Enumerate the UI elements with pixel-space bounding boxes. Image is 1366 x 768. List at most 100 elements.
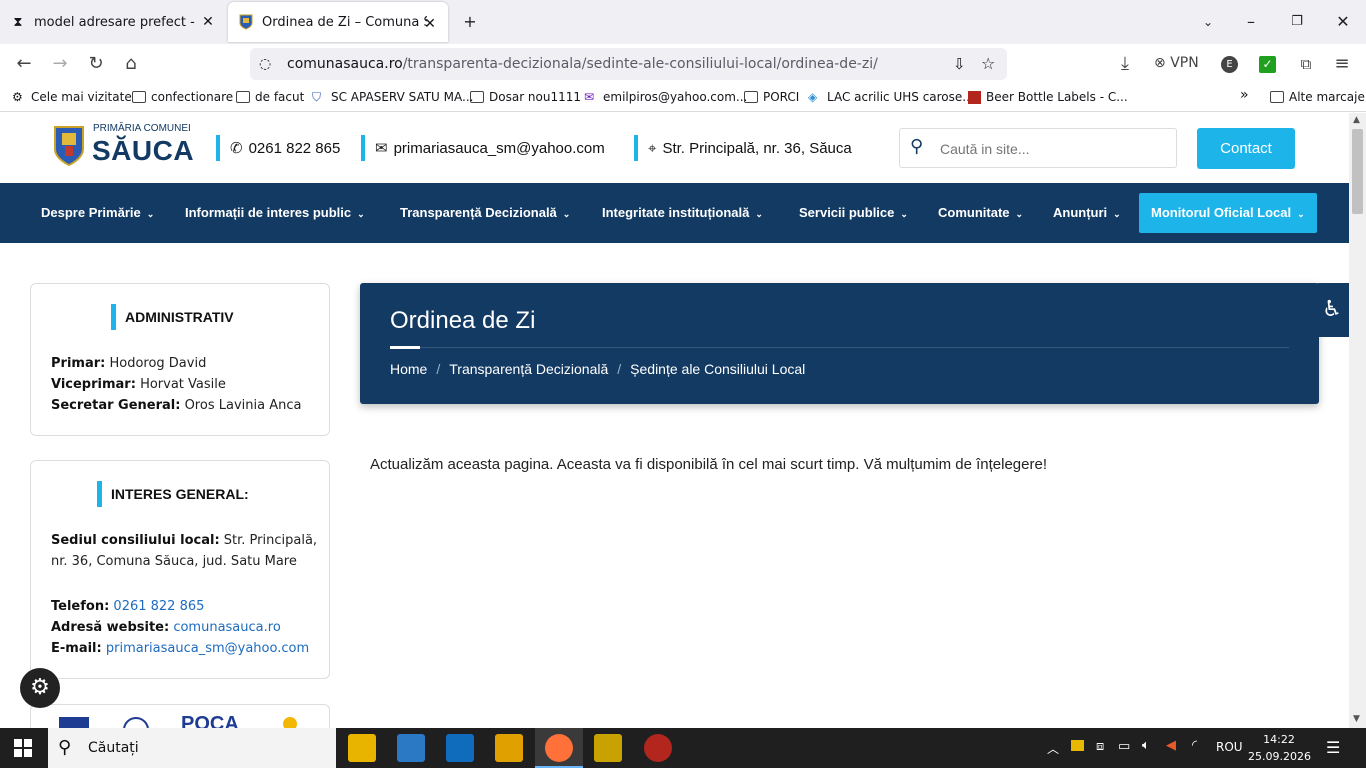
close-tab-icon[interactable]: ✕ (198, 12, 218, 32)
forward-icon[interactable]: → (48, 52, 72, 76)
tray-folder-icon[interactable] (1071, 740, 1084, 751)
row-label: E-mail: (51, 641, 102, 656)
browser-tab[interactable]: ⧗ model adresare prefect - Googl ✕ (0, 0, 226, 44)
phone-link[interactable]: 0261 822 865 (113, 599, 204, 614)
firefox-taskbar-button[interactable] (535, 728, 583, 768)
close-tab-icon[interactable]: ✕ (420, 14, 440, 34)
nav-label: Despre Primărie (41, 205, 141, 220)
clock-date: 25.09.2026 (1248, 750, 1311, 763)
tab-title: model adresare prefect - Googl (34, 14, 199, 30)
taskbar-search[interactable]: ⚲ Căutați (48, 728, 336, 768)
bookmark-label: Beer Bottle Labels - C... (986, 90, 1128, 104)
windows-start-icon[interactable] (14, 739, 32, 757)
control-panel-icon[interactable] (397, 734, 425, 762)
bookmark-folder[interactable]: Dosar nou1111 (470, 90, 581, 104)
government-seal-icon (123, 717, 149, 728)
home-icon[interactable]: ⌂ (119, 52, 143, 76)
bookmark-item[interactable]: ✉ emilpiros@yahoo.com... (584, 90, 747, 104)
header-address: ⌖ Str. Principală, nr. 36, Săuca (634, 135, 852, 161)
tray-device-icon[interactable]: ⧈ (1096, 739, 1104, 754)
show-hidden-icons[interactable]: ︿ (1047, 740, 1059, 757)
notifications-icon[interactable]: ☰ (1326, 738, 1340, 757)
nav-despre-primarie[interactable]: Despre Primărie ⌄ (41, 183, 154, 243)
extension-check-icon[interactable]: ✓ (1259, 56, 1276, 73)
new-tab-button[interactable]: + (455, 8, 485, 36)
red-app-icon[interactable] (644, 734, 672, 762)
bookmark-folder[interactable]: PORCI (744, 90, 799, 104)
nav-servicii[interactable]: Servicii publice ⌄ (799, 183, 908, 243)
bookmark-label: Cele mai vizitate (31, 90, 132, 104)
site-info-icon[interactable]: ◌ (259, 48, 271, 80)
email-link[interactable]: primariasauca_sm@yahoo.com (106, 641, 309, 656)
tools-app-icon[interactable] (594, 734, 622, 762)
nav-monitorul-oficial[interactable]: Monitorul Oficial Local ⌄ (1139, 193, 1317, 233)
tab-title: Ordinea de Zi – Comuna Săuca (262, 14, 427, 30)
page-title: Ordinea de Zi (390, 307, 536, 334)
downloads-icon[interactable]: ⤓ (1113, 52, 1137, 76)
header-phone[interactable]: ✆ 0261 822 865 (216, 135, 340, 161)
folder-icon (470, 91, 484, 103)
back-icon[interactable]: ← (12, 52, 36, 76)
bookmark-item[interactable]: ◈ LAC acrilic UHS carose... (808, 90, 974, 104)
contact-button[interactable]: Contact (1197, 128, 1295, 169)
search-input[interactable] (940, 138, 1160, 160)
tab-list-icon[interactable]: ⌄ (1193, 8, 1223, 36)
minimize-button[interactable]: – (1236, 8, 1266, 36)
bookmark-label: LAC acrilic UHS carose... (827, 90, 974, 104)
row-label: Telefon: (51, 599, 110, 614)
breadcrumb-sedinte[interactable]: Ședințe ale Consiliului Local (630, 361, 805, 377)
address-bar[interactable]: ◌ comunasauca.ro/transparenta-decizional… (250, 48, 1007, 80)
website-link[interactable]: comunasauca.ro (173, 620, 280, 635)
general-card-title: INTERES GENERAL: (97, 481, 249, 507)
reload-icon[interactable]: ↻ (84, 52, 108, 76)
bookmark-item[interactable]: ⚙ Cele mai vizitate (12, 90, 132, 104)
browser-tab-active[interactable]: Ordinea de Zi – Comuna Săuca ✕ (228, 2, 448, 42)
bookmark-star-icon[interactable]: ☆ (981, 48, 995, 80)
menu-icon[interactable]: ≡ (1330, 52, 1354, 76)
search-icon[interactable]: ⚲ (910, 136, 923, 157)
bookmark-item[interactable]: ⛉ SC APASERV SATU MA... (312, 90, 473, 104)
bookmark-folder[interactable]: confectionare (132, 90, 233, 104)
scrollbar-thumb[interactable] (1352, 129, 1363, 214)
nav-comunitate[interactable]: Comunitate ⌄ (938, 183, 1023, 243)
folder-icon (236, 91, 250, 103)
site-search[interactable]: ⚲ (899, 128, 1177, 168)
chevron-down-icon: ⌄ (146, 209, 155, 219)
page-header-banner: Ordinea de Zi Home / Transparență Decizion… (360, 283, 1319, 404)
network-icon[interactable]: ◜ (1192, 738, 1197, 753)
language-indicator[interactable]: ROU (1216, 740, 1243, 754)
page-scrollbar[interactable]: ▲ ▼ (1349, 113, 1366, 728)
breadcrumb-transparenta[interactable]: Transparență Decizională (449, 361, 608, 377)
battery-icon[interactable]: ▭ (1118, 739, 1130, 754)
extension-e-icon[interactable]: E (1221, 56, 1238, 73)
mute-icon[interactable]: ◀ (1166, 738, 1176, 753)
vpn-button[interactable]: ⊗ VPN (1154, 55, 1199, 71)
scroll-down-icon[interactable]: ▼ (1353, 714, 1360, 724)
header-email[interactable]: ✉ primariasauca_sm@yahoo.com (361, 135, 605, 161)
breadcrumb-home[interactable]: Home (390, 361, 427, 377)
clock[interactable]: 14:22 25.09.2026 (1248, 731, 1311, 765)
web-row: Adresă website: comunasauca.ro (51, 617, 281, 638)
email-row: E-mail: primariasauca_sm@yahoo.com (51, 638, 309, 659)
restore-button[interactable]: ❐ (1282, 8, 1312, 36)
extensions-icon[interactable]: ⧉ (1294, 52, 1318, 76)
scroll-up-icon[interactable]: ▲ (1353, 115, 1360, 125)
close-window-button[interactable]: ✕ (1328, 8, 1358, 36)
more-bookmarks-icon[interactable]: » (1240, 87, 1249, 103)
file-explorer-icon[interactable] (348, 734, 376, 762)
page-save-icon[interactable]: ⇩ (953, 48, 966, 80)
cube-icon: ◈ (808, 90, 818, 104)
nav-anunturi[interactable]: Anunțuri ⌄ (1053, 183, 1121, 243)
bookmark-folder[interactable]: de facut (236, 90, 304, 104)
webpage: PRIMĂRIA COMUNEI SĂUCA ✆ 0261 822 865 ✉ pr… (0, 113, 1349, 728)
nav-integritate[interactable]: Integritate instituțională ⌄ (602, 183, 763, 243)
store-icon[interactable] (446, 734, 474, 762)
other-bookmarks[interactable]: Alte marcaje (1270, 90, 1365, 104)
outlook-icon[interactable] (495, 734, 523, 762)
bookmark-item[interactable]: Beer Bottle Labels - C... (968, 90, 1128, 104)
accessibility-icon[interactable]: ♿ (1315, 283, 1349, 337)
nav-transparenta[interactable]: Transparență Decizională ⌄ (400, 183, 570, 243)
cookie-settings-gear-icon[interactable]: ⚙ (20, 668, 60, 708)
nav-informatii[interactable]: Informații de interes public ⌄ (185, 183, 365, 243)
volume-icon[interactable]: 🔈︎ (1142, 738, 1150, 753)
